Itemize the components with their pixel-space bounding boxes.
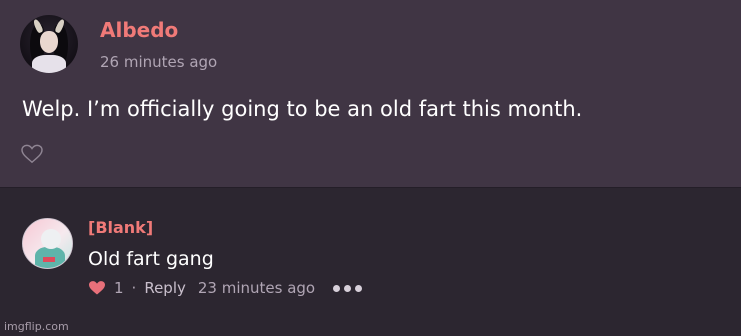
comment-author-avatar[interactable] [22,218,73,269]
like-count: 1 [114,279,124,297]
more-dots-icon[interactable] [333,284,363,292]
watermark: imgflip.com [4,320,69,333]
post-timestamp: 26 minutes ago [100,53,218,71]
comment-timestamp: 23 minutes ago [197,279,316,297]
divider [0,187,741,188]
reply-button[interactable]: Reply [144,279,186,297]
comment-meta: 1 · Reply 23 minutes ago [88,278,363,298]
post-author-name[interactable]: Albedo [100,18,178,42]
comment-author-name[interactable]: [Blank] [88,218,153,237]
heart-outline-icon[interactable] [21,144,43,164]
comment-text: Old fart gang [88,248,214,270]
post-author-avatar[interactable] [20,15,78,73]
heart-filled-icon[interactable] [88,280,106,296]
meta-separator: · [131,279,137,297]
post-text: Welp. I’m officially going to be an old … [22,97,583,121]
